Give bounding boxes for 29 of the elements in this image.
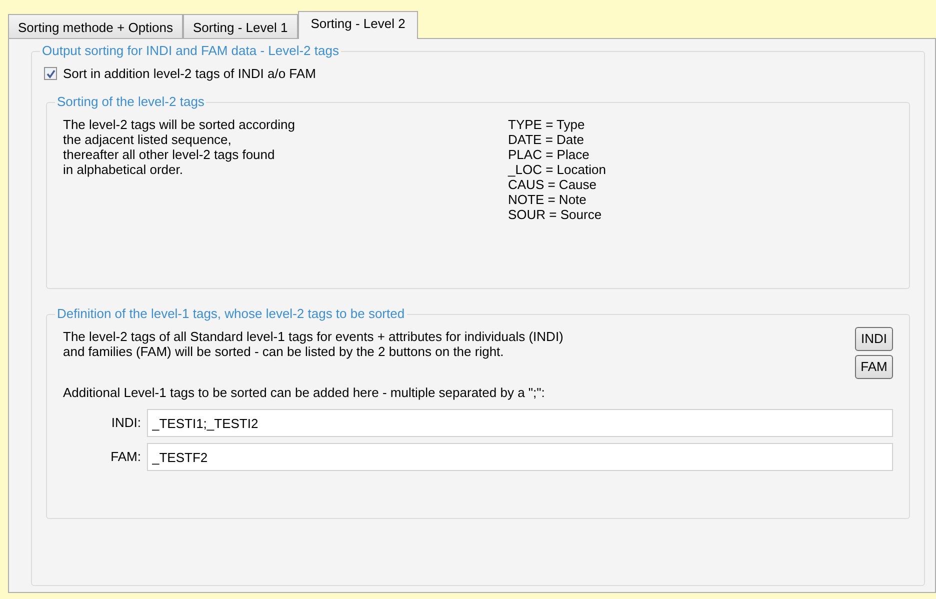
group-title: Definition of the level-1 tags, whose level-2 tags to be sorted: [55, 306, 407, 322]
description-line: and families (FAM) will be sorted - can be listed by the 2 buttons on the right.: [63, 344, 505, 358]
description-line: The level-2 tags of all Standard level-1 tags for events + attributes for individuals (INDI): [63, 328, 564, 344]
tab[interactable]: Sorting - Level 2: [298, 11, 418, 39]
tag-mapping: SOUR = Source: [508, 206, 603, 222]
group-title: Sorting of the level-2 tags: [55, 94, 206, 110]
tag-mapping: PLAC = Place: [508, 146, 590, 162]
tag-mapping: NOTE = Note: [508, 192, 588, 206]
tab[interactable]: Sorting methode + Options: [8, 14, 184, 38]
input-field[interactable]: _TESTI1;_TESTI2: [147, 409, 893, 437]
description-line: The level-2 tags will be sorted according: [63, 116, 296, 132]
tag-mapping: _LOC = Location: [508, 162, 606, 176]
tab[interactable]: Sorting - Level 1: [183, 14, 298, 38]
check-icon: [46, 68, 56, 79]
group-title: Output sorting for INDI and FAM data - Level-2 tags: [40, 43, 341, 59]
tag-mapping: DATE = Date: [508, 132, 584, 146]
field-label: FAM:: [110, 448, 142, 466]
list-button[interactable]: FAM: [855, 354, 893, 378]
tag-mapping: CAUS = Cause: [508, 176, 598, 192]
description-line: in alphabetical order.: [63, 162, 184, 176]
list-button[interactable]: INDI: [855, 326, 893, 350]
description-line: the adjacent listed sequence,: [63, 132, 232, 146]
description-line: thereafter all other level-2 tags found: [63, 146, 276, 162]
tag-mapping: TYPE = Type: [508, 116, 586, 132]
hint-text: Additional Level-1 tags to be sorted can be added here - multiple separated by a ";":: [63, 384, 546, 402]
field-label: INDI:: [110, 414, 142, 432]
input-field[interactable]: _TESTF2: [147, 443, 893, 471]
checkbox-label: Sort in addition level-2 tags of INDI a/o FAM: [63, 65, 316, 83]
checkbox[interactable]: [44, 67, 57, 80]
